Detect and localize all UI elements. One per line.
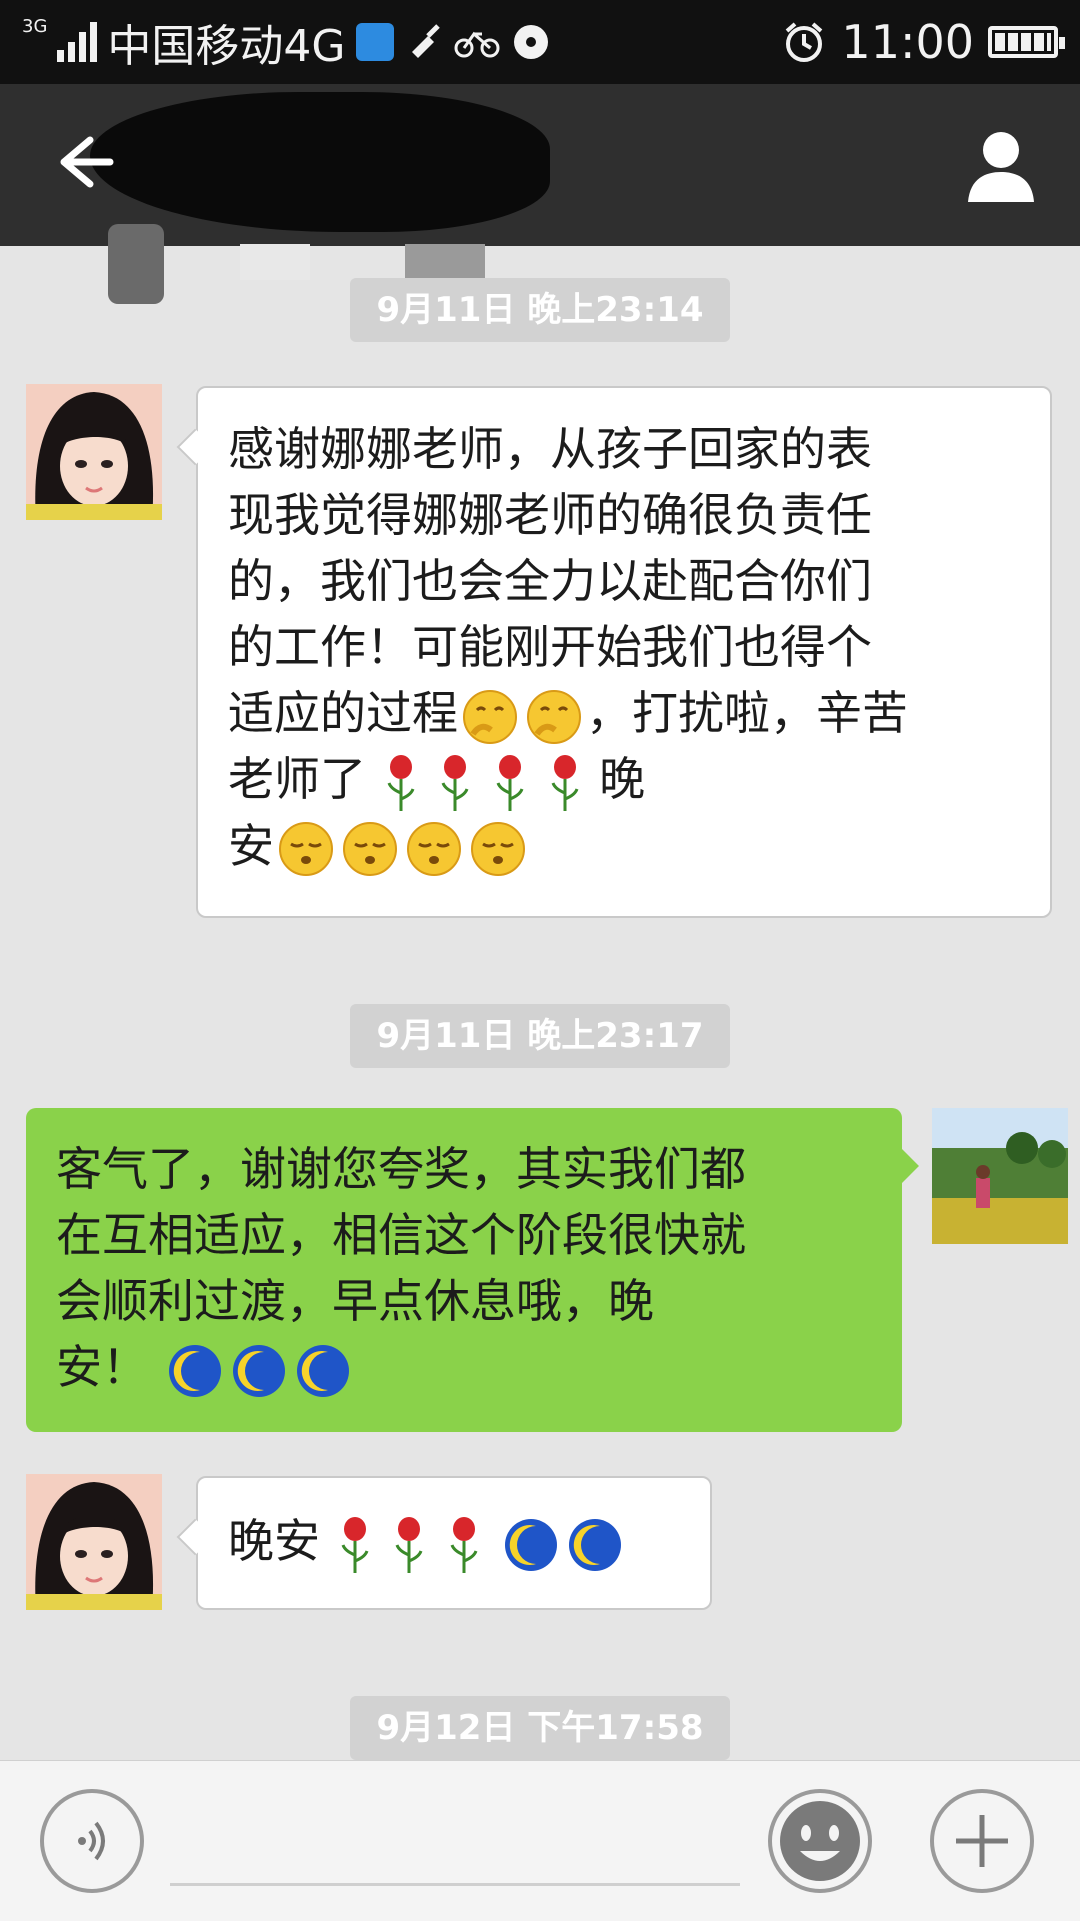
message-line: 会顺利过渡，早点休息哦，晚 xyxy=(56,1274,654,1328)
landscape-avatar-image xyxy=(932,1108,1068,1244)
back-arrow-icon[interactable] xyxy=(40,122,120,202)
message-line: 安！ xyxy=(56,1334,872,1400)
sleepy-face-icon xyxy=(343,822,397,876)
thinking-face-icon xyxy=(527,689,581,744)
message-line: 在互相适应，相信这个阶段很快就 xyxy=(56,1208,746,1262)
voice-input-button[interactable] xyxy=(40,1789,144,1893)
girl-avatar-image xyxy=(26,1474,162,1610)
broom-icon xyxy=(411,24,440,58)
alarm-icon xyxy=(786,22,823,62)
message-text: 安！ xyxy=(56,1340,148,1394)
message-line: 安 xyxy=(228,813,1020,879)
network-type-label: 3G xyxy=(22,16,48,37)
sleepy-face-icon xyxy=(471,822,525,876)
redaction-block xyxy=(405,244,485,280)
battery-icon xyxy=(988,26,1065,58)
message-line: 现我觉得娜娜老师的确很负责任 xyxy=(228,488,872,542)
status-left: 3G 中国移动4G xyxy=(22,12,552,72)
rose-icon xyxy=(450,1516,478,1573)
thinking-face-icon xyxy=(463,689,517,744)
message-timestamp: 9月12日 下午17:58 xyxy=(350,1696,730,1760)
moon-icon xyxy=(504,1518,557,1571)
redacted-contact-name xyxy=(90,92,550,232)
more-options-button[interactable] xyxy=(930,1789,1034,1893)
avatar[interactable] xyxy=(932,1108,1068,1244)
message-bubble-incoming[interactable]: 感谢娜娜老师，从孩子回家的表 现我觉得娜娜老师的确很负责任 的，我们也会全力以赴… xyxy=(196,386,1052,918)
message-bubble-incoming[interactable]: 晚安 xyxy=(196,1476,712,1610)
clock-time: 11:00 xyxy=(841,15,974,69)
voice-icon xyxy=(78,1821,105,1861)
message-timestamp: 9月11日 晚上23:17 xyxy=(350,1004,730,1068)
status-right: 11:00 xyxy=(781,12,1065,72)
emoji-button[interactable] xyxy=(768,1789,872,1893)
rose-icon xyxy=(496,754,524,811)
chat-header xyxy=(0,84,1080,304)
moon-icon xyxy=(568,1518,621,1571)
moon-icon xyxy=(168,1344,221,1397)
smiley-icon xyxy=(780,1801,860,1881)
rose-icon xyxy=(395,1516,423,1573)
moon-icon xyxy=(296,1344,349,1397)
redaction-block xyxy=(108,224,164,304)
message-line: 感谢娜娜老师，从孩子回家的表 xyxy=(228,422,872,476)
message-text: 老师了 xyxy=(228,752,366,806)
message-timestamp: 9月11日 晚上23:14 xyxy=(350,278,730,342)
message-bubble-outgoing[interactable]: 客气了，谢谢您夸奖，其实我们都 在互相适应，相信这个阶段很快就 会顺利过渡，早点… xyxy=(26,1108,902,1432)
person-icon[interactable] xyxy=(966,128,1036,204)
message-text: 晚 xyxy=(599,752,646,806)
girl-avatar-image xyxy=(26,384,162,520)
status-bar: 3G 中国移动4G 11:00 xyxy=(0,0,1080,84)
message-line: 的，我们也会全力以赴配合你们 xyxy=(228,554,872,608)
rose-icon xyxy=(387,754,415,811)
bicycle-icon xyxy=(454,31,499,58)
message-line: 老师了 晚 xyxy=(228,746,1020,813)
signal-icon xyxy=(57,22,98,62)
rose-icon xyxy=(341,1516,369,1573)
rose-icon xyxy=(551,754,578,811)
message-text: 晚安 xyxy=(228,1514,320,1568)
chat-input-bar xyxy=(0,1760,1080,1921)
message-line: 的工作！可能刚开始我们也得个 xyxy=(228,620,872,674)
redaction-block xyxy=(240,244,310,280)
carrier-label: 中国移动4G xyxy=(107,21,346,72)
message-text: 安 xyxy=(228,818,274,873)
message-text: ，打扰啦，辛苦 xyxy=(586,686,908,740)
moon-icon xyxy=(232,1344,285,1397)
message-line: 适应的过程 ，打扰啦，辛苦 xyxy=(228,680,1020,746)
sleepy-face-icon xyxy=(279,822,333,876)
avatar[interactable] xyxy=(26,384,162,520)
message-line: 客气了，谢谢您夸奖，其实我们都 xyxy=(56,1142,746,1196)
app-notification-icon xyxy=(355,23,394,61)
avatar[interactable] xyxy=(26,1474,162,1610)
sleepy-face-icon xyxy=(407,822,461,876)
message-text: 适应的过程 xyxy=(228,686,458,740)
disc-icon xyxy=(513,25,548,59)
plus-icon xyxy=(956,1815,1008,1867)
message-input-field[interactable] xyxy=(170,1883,740,1886)
rose-icon xyxy=(441,754,469,811)
